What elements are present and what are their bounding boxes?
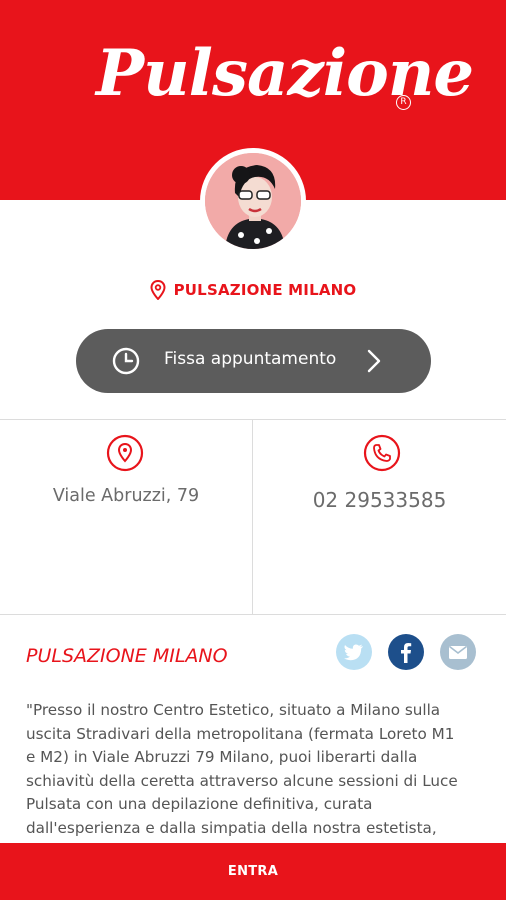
address-cell[interactable]: Viale Abruzzi, 79 xyxy=(0,420,252,614)
divider xyxy=(0,614,506,615)
registered-mark: R xyxy=(396,95,411,110)
avatar xyxy=(205,153,301,249)
phone-cell[interactable]: 02 29533585 xyxy=(253,420,505,614)
email-button[interactable] xyxy=(440,634,476,670)
description-text: "Presso il nostro Centro Estetico, situa… xyxy=(26,701,458,837)
phone-icon xyxy=(363,434,401,472)
book-appointment-button[interactable]: Fissa appuntamento xyxy=(76,329,431,393)
chevron-right-icon xyxy=(367,349,381,373)
location-heading: PULSAZIONE MILANO xyxy=(0,280,506,300)
map-pin-icon xyxy=(150,280,166,300)
avatar-illustration xyxy=(205,153,301,249)
section-title: PULSAZIONE MILANO xyxy=(26,645,228,667)
phone-number: 02 29533585 xyxy=(312,488,447,512)
book-appointment-label: Fissa appuntamento xyxy=(164,349,337,369)
address-text: Viale Abruzzi, 79 xyxy=(52,486,200,506)
email-icon xyxy=(449,645,467,659)
location-name: PULSAZIONE MILANO xyxy=(173,281,357,299)
clock-icon xyxy=(112,347,140,375)
facebook-icon xyxy=(401,643,412,663)
facebook-button[interactable] xyxy=(388,634,424,670)
twitter-icon xyxy=(344,644,363,661)
twitter-button[interactable] xyxy=(336,634,372,670)
enter-button[interactable]: ENTRA xyxy=(0,843,506,900)
map-pin-icon xyxy=(106,434,144,472)
brand-logo: Pulsazione xyxy=(96,36,474,111)
enter-label: ENTRA xyxy=(227,864,279,879)
